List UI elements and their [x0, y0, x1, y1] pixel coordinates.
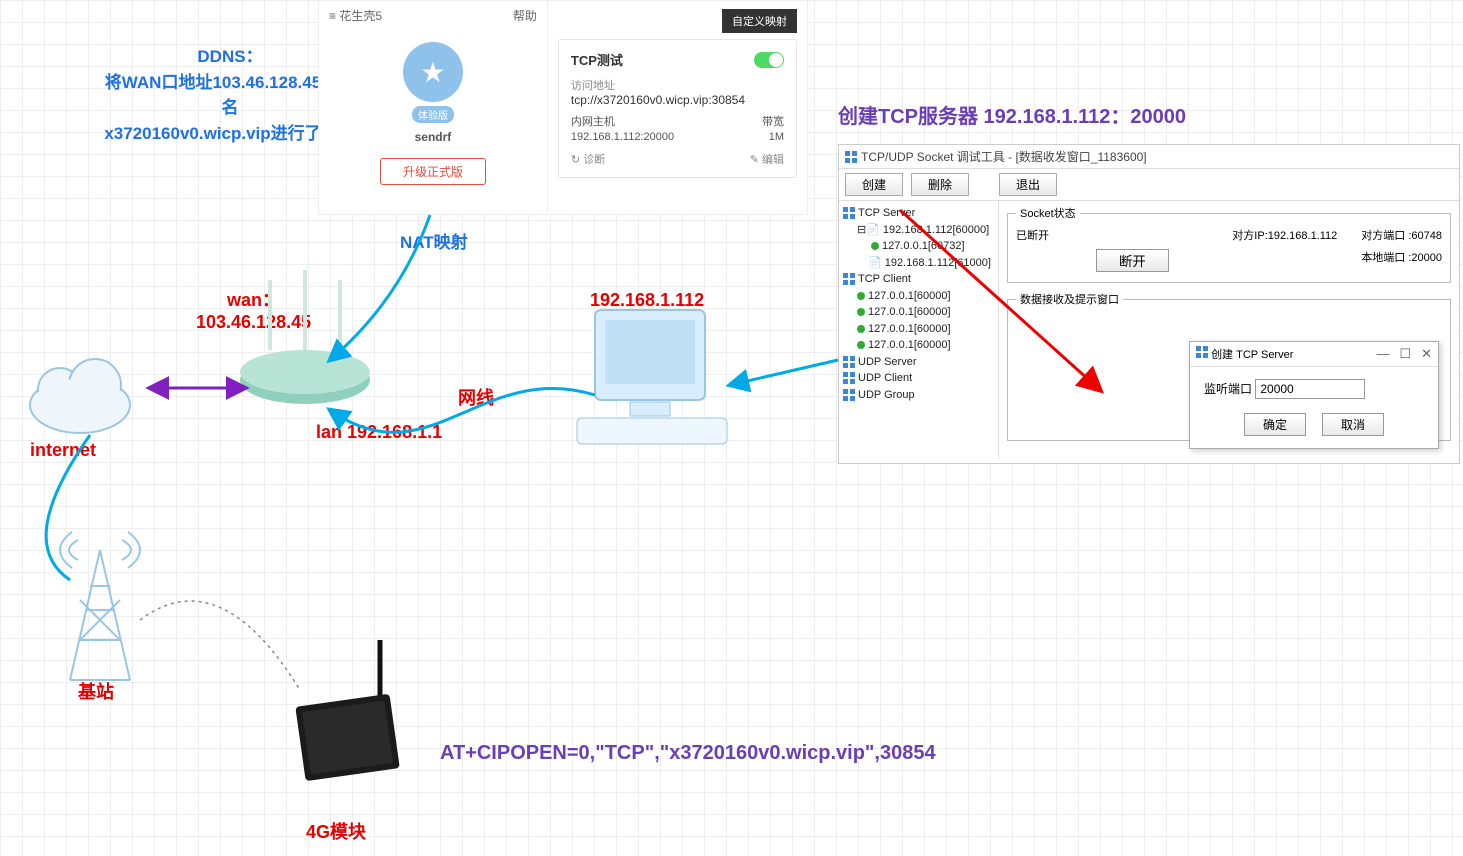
arrow-ethernet — [330, 388, 595, 432]
cloud-icon — [30, 359, 130, 433]
module-icon — [295, 640, 400, 781]
arrow-nat — [330, 215, 430, 360]
arrow-sock-to-pc — [730, 360, 838, 385]
link-tower-module — [140, 601, 300, 690]
tower-icon — [60, 532, 140, 680]
diagram-svg — [0, 0, 1463, 856]
link-internet-tower — [46, 435, 90, 580]
router-icon — [240, 270, 370, 404]
pc-icon — [577, 310, 727, 444]
arrow-red-annotation — [900, 210, 1100, 390]
